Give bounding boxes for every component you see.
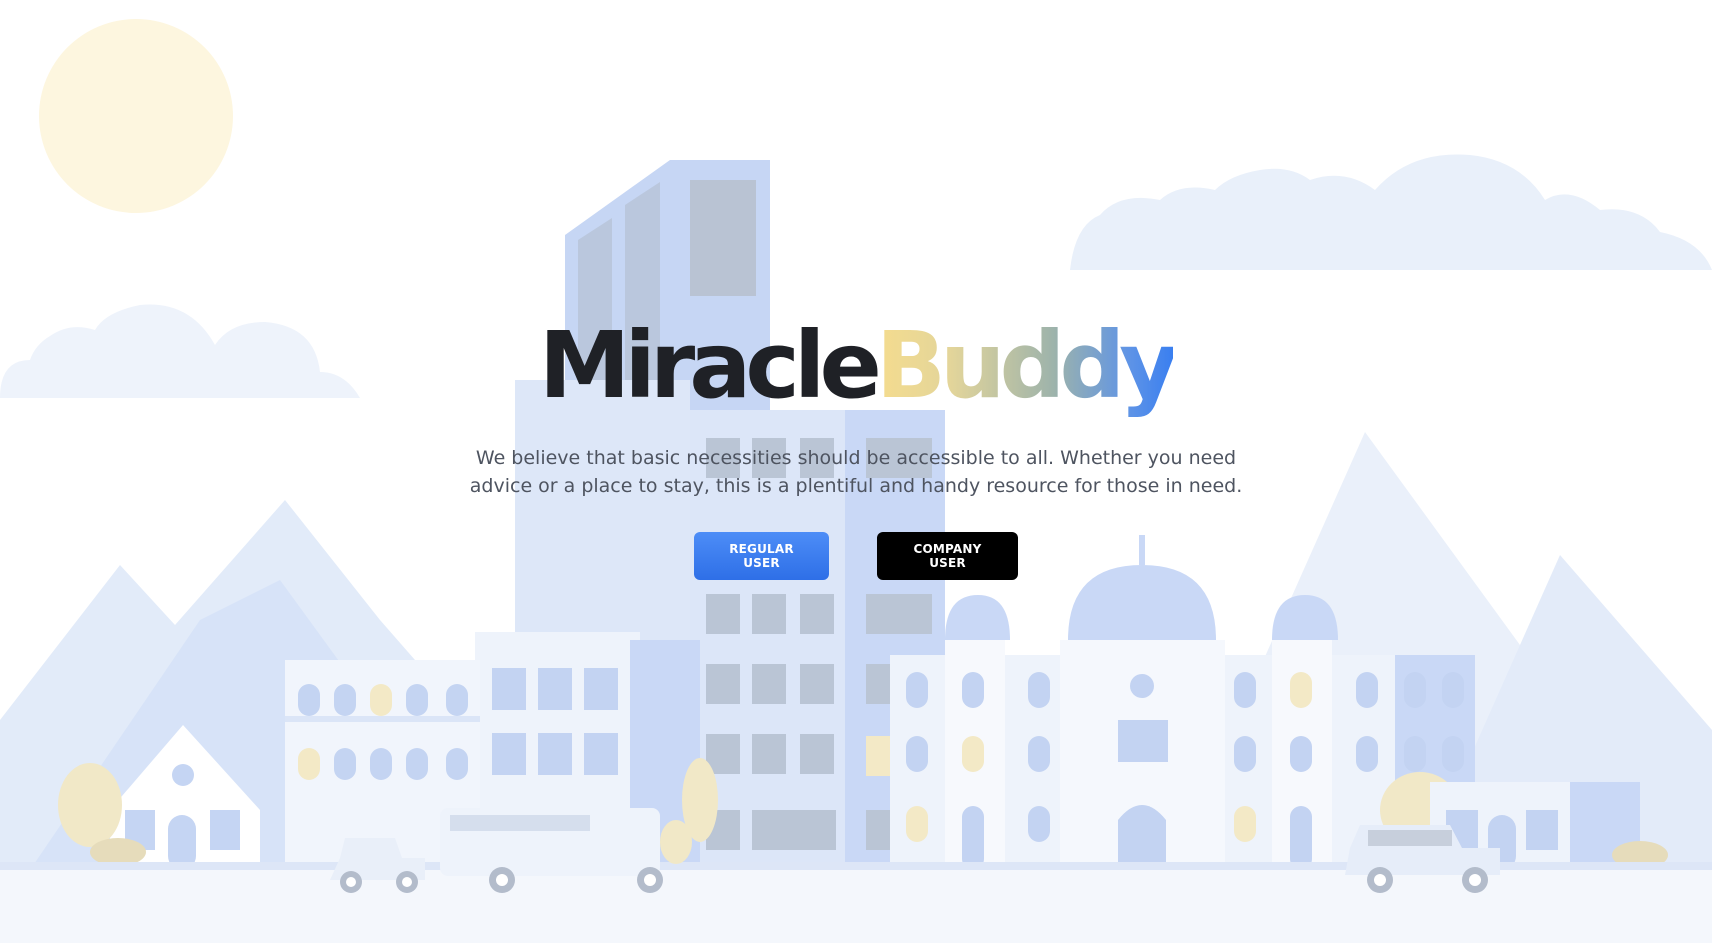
ground xyxy=(0,868,1712,943)
title-part-buddy: Buddy xyxy=(875,312,1179,419)
title-part-miracle: Miracle xyxy=(538,312,882,419)
hero-section: MiracleBuddy We believe that basic neces… xyxy=(0,320,1712,580)
cloud-right xyxy=(1070,154,1712,270)
regular-user-button[interactable]: REGULAR USER xyxy=(694,532,829,580)
sun xyxy=(39,19,233,213)
user-type-actions: REGULAR USER COMPANY USER xyxy=(0,532,1712,580)
company-user-button[interactable]: COMPANY USER xyxy=(877,532,1018,580)
site-title: MiracleBuddy xyxy=(0,320,1712,412)
tagline: We believe that basic necessities should… xyxy=(469,447,1243,497)
